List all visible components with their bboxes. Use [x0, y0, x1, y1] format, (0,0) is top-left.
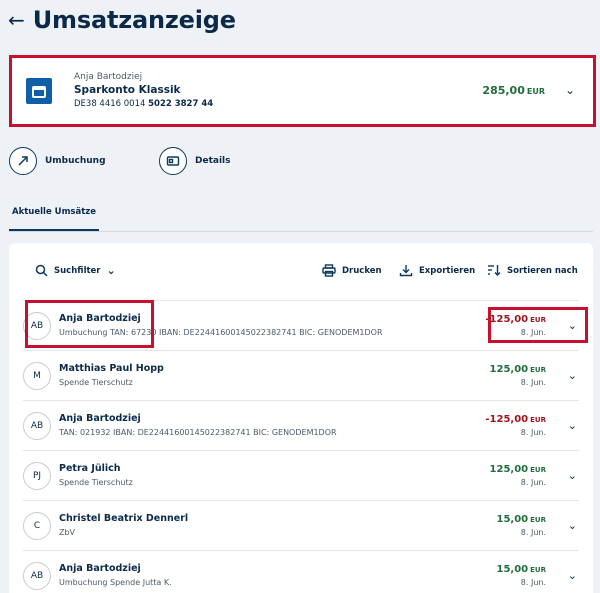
sort-icon [488, 265, 501, 276]
page-title: Umsatzanzeige [32, 6, 236, 34]
transaction-description: Umbuchung Spende Jutta K. [59, 578, 172, 587]
transaction-name: Petra Jülich [59, 463, 121, 474]
transaction-amount: -125,00 EUR [485, 414, 546, 425]
sort-button[interactable]: Sortieren nach [487, 264, 578, 277]
account-iban: DE38 4416 0014 5022 3827 44 [74, 99, 214, 109]
details-button[interactable]: Details [159, 147, 230, 175]
transaction-date: 8. Jun. [520, 428, 546, 437]
transaction-date: 8. Jun. [520, 478, 546, 487]
transaction-description: ZbV [59, 528, 76, 537]
chevron-down-icon[interactable]: ⌄ [568, 469, 577, 482]
transaction-row[interactable]: AB Anja Bartodziej Umbuchung Spende Jutt… [23, 551, 579, 593]
transaction-description: Spende Tierschutz [59, 378, 133, 387]
details-label: Details [195, 156, 231, 166]
transaction-date: 8. Jun. [520, 378, 546, 387]
transaction-amount: 15,00 EUR [496, 514, 547, 525]
transaction-name: Anja Bartodziej [59, 563, 141, 574]
export-button[interactable]: Exportieren [399, 264, 475, 277]
avatar: AB [23, 412, 51, 440]
print-label: Drucken [342, 265, 382, 276]
highlight-box [488, 307, 588, 343]
transaction-date: 8. Jun. [520, 528, 546, 537]
transaction-description: TAN: 021932 IBAN: DE22441600145022382741… [59, 428, 337, 437]
sparkasse-logo-icon [26, 78, 52, 104]
page-header: ← Umsatzanzeige [8, 2, 236, 38]
chevron-down-icon[interactable]: ⌄ [568, 419, 577, 432]
transaction-name: Matthias Paul Hopp [59, 363, 164, 374]
transfer-label: Umbuchung [45, 156, 106, 166]
transaction-row[interactable]: PJ Petra Jülich Spende Tierschutz 125,00… [23, 451, 579, 501]
avatar: PJ [23, 462, 51, 490]
search-filter-label: Suchfilter [54, 265, 101, 276]
transaction-row[interactable]: AB Anja Bartodziej TAN: 021932 IBAN: DE2… [23, 401, 579, 451]
sort-label: Sortieren nach [507, 265, 578, 276]
chevron-down-icon[interactable]: ⌄ [568, 369, 577, 382]
arrow-left-icon[interactable]: ← [8, 10, 25, 30]
tab-divider [9, 231, 593, 232]
details-icon [159, 147, 187, 175]
chevron-down-icon[interactable]: ⌄ [565, 83, 575, 97]
transaction-row[interactable]: C Christel Beatrix Dennerl ZbV 15,00 EUR … [23, 501, 579, 551]
transaction-amount: 15,00 EUR [496, 564, 547, 575]
chevron-down-icon[interactable]: ⌄ [568, 519, 577, 532]
chevron-down-icon: ⌄ [106, 264, 116, 277]
avatar: AB [23, 562, 51, 590]
tab-current-transactions[interactable]: Aktuelle Umsätze [9, 207, 99, 231]
printer-icon [322, 264, 336, 277]
avatar: M [23, 362, 51, 390]
print-button[interactable]: Drucken [322, 264, 382, 277]
chevron-down-icon[interactable]: ⌄ [568, 569, 577, 582]
transfer-button[interactable]: Umbuchung [9, 147, 106, 175]
account-balance: 285,00 EUR [482, 84, 545, 97]
transaction-name: Anja Bartodziej [59, 413, 141, 424]
avatar: C [23, 512, 51, 540]
export-label: Exportieren [419, 265, 476, 276]
transaction-row[interactable]: M Matthias Paul Hopp Spende Tierschutz 1… [23, 351, 579, 401]
search-icon [35, 264, 48, 277]
account-card[interactable]: Anja Bartodziej Sparkonto Klassik DE38 4… [9, 55, 596, 127]
search-filter-button[interactable]: Suchfilter ⌄ [35, 264, 116, 277]
transaction-description: Spende Tierschutz [59, 478, 133, 487]
transaction-amount: 125,00 EUR [489, 364, 546, 375]
transactions-card: Suchfilter ⌄ Drucken Exportieren Sortier… [9, 243, 593, 593]
download-icon [399, 265, 413, 277]
account-name: Sparkonto Klassik [74, 84, 181, 96]
transaction-date: 8. Jun. [520, 578, 546, 587]
transaction-name: Christel Beatrix Dennerl [59, 513, 189, 524]
transaction-amount: 125,00 EUR [489, 464, 546, 475]
highlight-box [25, 300, 154, 348]
account-owner: Anja Bartodziej [74, 72, 143, 82]
transfer-icon [9, 147, 37, 175]
